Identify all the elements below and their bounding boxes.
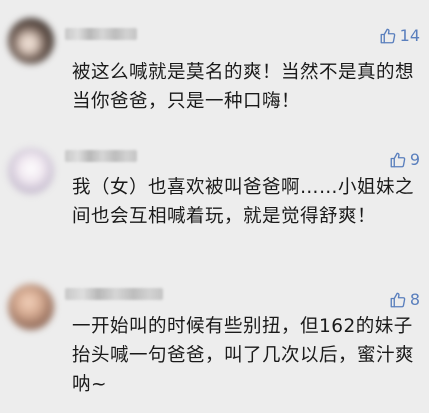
comment-text: 被这么喊就是莫名的爽！当然不是真的想当你爸爸，只是一种口嗨！ [72, 62, 415, 112]
like-count: 9 [409, 150, 420, 169]
avatar[interactable] [8, 18, 54, 64]
comment-text: 我（女）也喜欢被叫爸爸啊……小姐妹之间也会互相喊着玩，就是觉得舒爽！ [72, 177, 415, 227]
avatar[interactable] [8, 284, 54, 330]
comment-item: 9 我（女）也喜欢被叫爸爸啊……小姐妹之间也会互相喊着玩，就是觉得舒爽！ [0, 136, 429, 272]
avatar[interactable] [8, 148, 54, 194]
comment-item: 8 一开始叫的时候有些别扭，但162的妹子抬头喊一句爸爸，叫了几次以后，蜜汁爽呐… [0, 272, 429, 413]
like-button[interactable]: 14 [379, 26, 420, 45]
like-count: 8 [409, 290, 420, 309]
thumbs-up-icon [390, 292, 406, 307]
thumbs-up-icon [390, 152, 406, 167]
like-button[interactable]: 8 [389, 290, 420, 309]
nickname-blurred [65, 28, 137, 40]
nickname-blurred [65, 150, 137, 162]
like-button[interactable]: 9 [389, 150, 420, 169]
nickname-blurred [65, 288, 163, 300]
comment-item: 14 被这么喊就是莫名的爽！当然不是真的想当你爸爸，只是一种口嗨！ [0, 0, 429, 136]
like-count: 14 [399, 26, 420, 45]
thumbs-up-icon [380, 28, 395, 43]
comment-text: 一开始叫的时候有些别扭，但162的妹子抬头喊一句爸爸，叫了几次以后，蜜汁爽呐~ [72, 316, 415, 395]
